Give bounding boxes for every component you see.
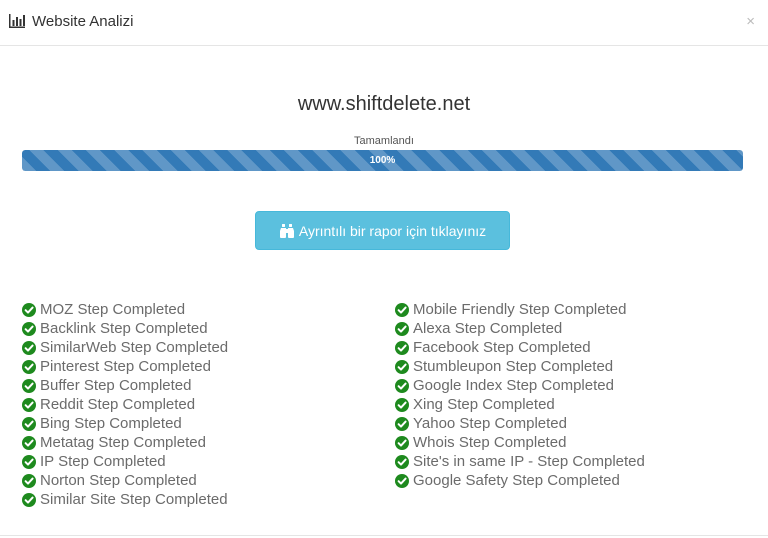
steps-list-left: MOZ Step Completed Backlink Step Complete… (22, 300, 228, 509)
website-analysis-modal: Website Analizi × www.shiftdelete.net Ta… (0, 0, 768, 538)
check-circle-icon (22, 359, 36, 374)
step-label: Bing Step Completed (40, 415, 182, 432)
progress-fill: 100% (22, 150, 743, 171)
step-label: Facebook Step Completed (413, 339, 591, 356)
progress-value: 100% (369, 155, 396, 166)
check-circle-icon (22, 492, 36, 507)
step-item: Backlink Step Completed (22, 319, 228, 338)
check-circle-icon (395, 378, 409, 393)
check-circle-icon (395, 359, 409, 374)
step-label: Buffer Step Completed (40, 377, 192, 394)
check-circle-icon (22, 454, 36, 469)
step-label: Google Safety Step Completed (413, 472, 620, 489)
modal-bottom-divider (0, 535, 768, 536)
check-circle-icon (395, 302, 409, 317)
check-circle-icon (395, 435, 409, 450)
step-label: Backlink Step Completed (40, 320, 208, 337)
step-item: Xing Step Completed (395, 395, 645, 414)
step-item: Google Index Step Completed (395, 376, 645, 395)
step-item: Reddit Step Completed (22, 395, 228, 414)
step-label: Norton Step Completed (40, 472, 197, 489)
step-item: Similar Site Step Completed (22, 490, 228, 509)
steps-list-right: Mobile Friendly Step Completed Alexa Step… (395, 300, 645, 490)
step-label: Alexa Step Completed (413, 320, 563, 337)
step-item: Buffer Step Completed (22, 376, 228, 395)
step-item: Bing Step Completed (22, 414, 228, 433)
binoculars-icon (279, 223, 294, 238)
step-label: Pinterest Step Completed (40, 358, 211, 375)
step-item: Alexa Step Completed (395, 319, 645, 338)
step-item: Site's in same IP - Step Completed (395, 452, 645, 471)
step-label: Xing Step Completed (413, 396, 555, 413)
step-label: Metatag Step Completed (40, 434, 206, 451)
step-label: SimilarWeb Step Completed (40, 339, 229, 356)
step-item: Norton Step Completed (22, 471, 228, 490)
check-circle-icon (395, 340, 409, 355)
step-item: Yahoo Step Completed (395, 414, 645, 433)
step-label: Reddit Step Completed (40, 396, 196, 413)
check-circle-icon (22, 321, 36, 336)
step-label: MOZ Step Completed (40, 301, 186, 318)
site-name: www.shiftdelete.net (297, 93, 471, 115)
step-item: Metatag Step Completed (22, 433, 228, 452)
modal-header: Website Analizi × (0, 0, 768, 46)
modal-title: Website Analizi (32, 13, 134, 30)
step-item: Stumbleupon Step Completed (395, 357, 645, 376)
step-label: Similar Site Step Completed (40, 491, 228, 508)
step-item: Mobile Friendly Step Completed (395, 300, 645, 319)
check-circle-icon (22, 435, 36, 450)
step-item: MOZ Step Completed (22, 300, 228, 319)
step-item: Facebook Step Completed (395, 338, 645, 357)
step-label: Mobile Friendly Step Completed (413, 301, 627, 318)
check-circle-icon (22, 473, 36, 488)
check-circle-icon (22, 378, 36, 393)
step-item: Pinterest Step Completed (22, 357, 228, 376)
check-circle-icon (395, 454, 409, 469)
step-item: Google Safety Step Completed (395, 471, 645, 490)
step-label: Site's in same IP - Step Completed (413, 453, 645, 470)
step-label: IP Step Completed (40, 453, 166, 470)
step-label: Stumbleupon Step Completed (413, 358, 614, 375)
check-circle-icon (395, 397, 409, 412)
step-item: IP Step Completed (22, 452, 228, 471)
progress-bar: 100% (22, 150, 743, 171)
check-circle-icon (395, 321, 409, 336)
check-circle-icon (395, 416, 409, 431)
detailed-report-label: Ayrıntılı bir rapor için tıklayınız (298, 222, 487, 239)
detailed-report-button[interactable]: Ayrıntılı bir rapor için tıklayınız (255, 211, 510, 250)
check-circle-icon (22, 302, 36, 317)
step-label: Google Index Step Completed (413, 377, 614, 394)
step-item: SimilarWeb Step Completed (22, 338, 228, 357)
step-item: Whois Step Completed (395, 433, 645, 452)
check-circle-icon (22, 416, 36, 431)
close-button[interactable]: × (746, 13, 755, 31)
check-circle-icon (395, 473, 409, 488)
check-circle-icon (22, 397, 36, 412)
step-label: Yahoo Step Completed (413, 415, 567, 432)
bar-chart-icon (9, 14, 25, 28)
check-circle-icon (22, 340, 36, 355)
step-label: Whois Step Completed (413, 434, 567, 451)
progress-label: Tamamlandı (354, 135, 414, 147)
